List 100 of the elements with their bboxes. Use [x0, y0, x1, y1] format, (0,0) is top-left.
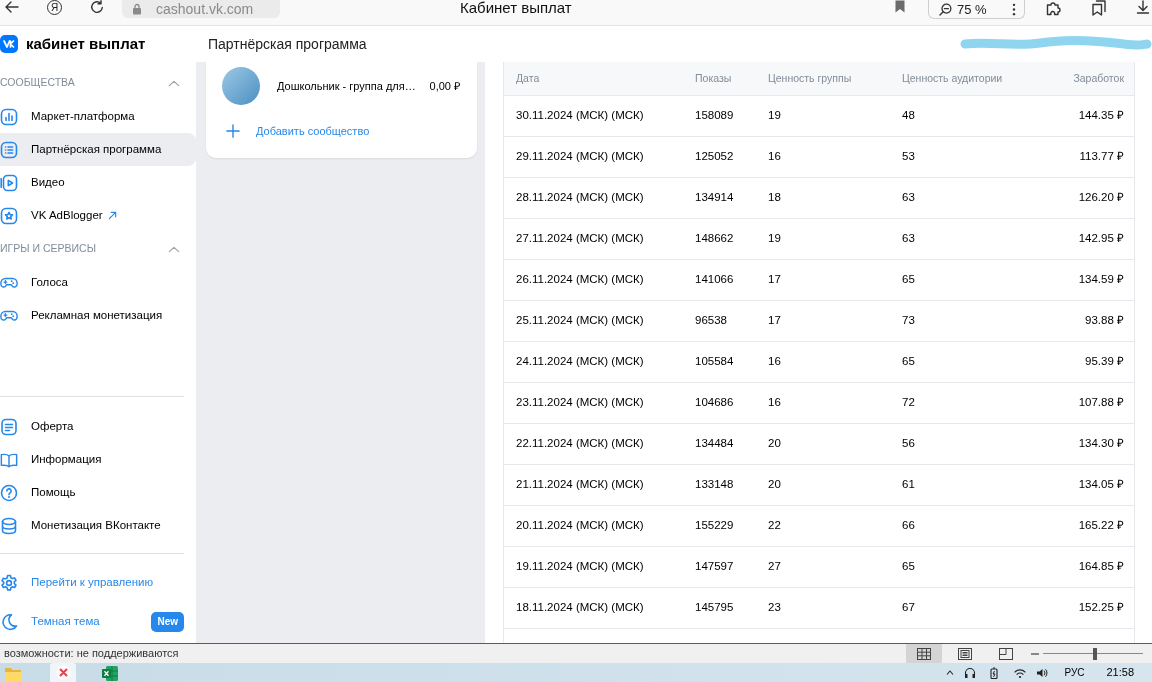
sidebar-action[interactable]: Темная тема New: [0, 602, 196, 641]
table-cell-text: 144.35 ₽: [1078, 108, 1124, 124]
table-cell-text: 28.11.2024 (МСК) (МСК): [516, 190, 644, 206]
table-cell-text: 25.11.2024 (МСК) (МСК): [516, 313, 644, 329]
back-icon[interactable]: [5, 1, 19, 13]
wifi-icon[interactable]: [1014, 666, 1027, 679]
clock-time[interactable]: 21:58: [1106, 664, 1134, 681]
bookmark-icon[interactable]: [895, 0, 905, 13]
table-cell-text: 93.88 ₽: [1085, 313, 1124, 329]
zoom-out-icon: [939, 2, 952, 16]
table-cell-text: 65: [902, 559, 915, 575]
cross-app-icon: [55, 665, 71, 680]
sidebar-item[interactable]: Партнёрская программа: [0, 133, 196, 166]
speaker-icon[interactable]: [1036, 666, 1049, 679]
slider-thumb[interactable]: [1093, 647, 1097, 660]
table-cell-text: 96538: [695, 313, 727, 329]
table-cell-text: 23: [768, 600, 781, 616]
table-cell-text: 23.11.2024 (МСК) (МСК): [516, 395, 644, 411]
table-cell-text: 20: [768, 477, 781, 493]
battery-icon[interactable]: [988, 666, 1001, 679]
document-icon: [0, 417, 18, 436]
table-cell-text: 17: [768, 272, 781, 288]
table-cell-text: 17: [768, 313, 781, 329]
table-cell-text: 24.11.2024 (МСК) (МСК): [516, 354, 644, 370]
moon-icon: [0, 612, 18, 631]
table-cell-text: 20.11.2024 (МСК) (МСК): [516, 518, 644, 534]
column-header: Заработок: [1073, 70, 1124, 86]
table-cell-text: 63: [902, 231, 915, 247]
collections-icon[interactable]: [1091, 0, 1107, 16]
column-header: Дата: [516, 70, 540, 86]
column-header: Ценность аудитории: [902, 70, 1003, 86]
table-cell-text: 63: [902, 190, 915, 206]
puzzle-icon[interactable]: [1046, 0, 1062, 16]
page-title: Партнёрская программа: [208, 34, 367, 54]
help-icon: [0, 483, 18, 502]
lock-icon: [132, 3, 142, 15]
app-title: кабинет выплат: [26, 33, 146, 54]
table-cell-text: 65: [902, 272, 915, 288]
grid-icon: [917, 647, 931, 660]
community-name[interactable]: Дошкольник - группа для…: [277, 77, 416, 95]
zoom-button[interactable]: 75 %: [939, 2, 987, 16]
new-badge: New: [151, 611, 184, 632]
table-cell-text: 65: [902, 354, 915, 370]
sidebar-link[interactable]: Информация: [0, 443, 196, 476]
table-cell-text: 22: [768, 518, 781, 534]
table-cell-text: 27: [768, 559, 781, 575]
spreadsheet-app-icon[interactable]: [102, 666, 118, 681]
table-cell-text: 147597: [695, 559, 734, 575]
table-cell-text: 134.59 ₽: [1078, 272, 1124, 288]
logo-icon[interactable]: [0, 35, 18, 53]
page-break-icon: [999, 647, 1013, 660]
add-community-button[interactable]: Добавить сообщество: [226, 119, 370, 143]
table-cell-text: 48: [902, 108, 915, 124]
table-cell-text: 61: [902, 477, 915, 493]
table-cell-text: 133148: [695, 477, 734, 493]
external-link-icon: [107, 211, 117, 220]
table-cell-text: 18: [768, 190, 781, 206]
sidebar-link[interactable]: Оферта: [0, 410, 196, 443]
table-cell-text: 72: [902, 395, 915, 411]
table-cell-text: 27.11.2024 (МСК) (МСК): [516, 231, 644, 247]
table-cell-text: 56: [902, 436, 915, 452]
taskbar-app-button[interactable]: [50, 663, 76, 682]
column-header: Ценность группы: [768, 70, 852, 86]
sidebar-link[interactable]: Монетизация ВКонтакте: [0, 509, 196, 542]
table-cell-text: 18.11.2024 (МСК) (МСК): [516, 600, 644, 616]
table-cell-text: 53: [902, 149, 915, 165]
table-cell-text: 107.88 ₽: [1078, 395, 1124, 411]
table-cell-text: 165.22 ₽: [1078, 518, 1124, 534]
table-cell-text: 95.39 ₽: [1085, 354, 1124, 370]
table-cell-text: 19: [768, 231, 781, 247]
browser-page-title: Кабинет выплат: [460, 0, 572, 16]
table-cell-text: 73: [902, 313, 915, 329]
sidebar-link[interactable]: Помощь: [0, 476, 196, 509]
headset-icon[interactable]: [964, 666, 977, 679]
zoom-slider[interactable]: [1043, 647, 1143, 660]
table-cell-text: 16: [768, 354, 781, 370]
language-indicator[interactable]: РУС: [1064, 665, 1085, 680]
table-cell-text: 125052: [695, 149, 734, 165]
section-title: ИГРЫ И СЕРВИСЫ: [0, 241, 96, 257]
table-cell-text: 164.85 ₽: [1078, 559, 1124, 575]
table-cell-text: 141066: [695, 272, 734, 288]
table-cell-text: 66: [902, 518, 915, 534]
table-cell-text: 134.05 ₽: [1078, 477, 1124, 493]
page-icon: [958, 647, 972, 660]
list-icon: [0, 140, 18, 159]
table-cell-text: 145795: [695, 600, 734, 616]
avatar-image: [222, 67, 260, 105]
table-cell-text: 126.20 ₽: [1078, 190, 1124, 206]
refresh-icon[interactable]: [90, 0, 104, 14]
table-cell-text: 22.11.2024 (МСК) (МСК): [516, 436, 644, 452]
sidebar-action[interactable]: Перейти к управлению: [0, 563, 196, 602]
table-cell-text: 134.30 ₽: [1078, 436, 1124, 452]
download-icon[interactable]: [1136, 0, 1150, 14]
settings-icon: [0, 573, 18, 592]
section-title: СООБЩЕСТВА: [0, 75, 75, 91]
caret-up-icon[interactable]: [946, 670, 955, 675]
view-button[interactable]: [906, 644, 942, 663]
minus-icon[interactable]: [1031, 652, 1039, 655]
video-icon: [0, 173, 18, 192]
more-icon[interactable]: [1012, 2, 1016, 16]
